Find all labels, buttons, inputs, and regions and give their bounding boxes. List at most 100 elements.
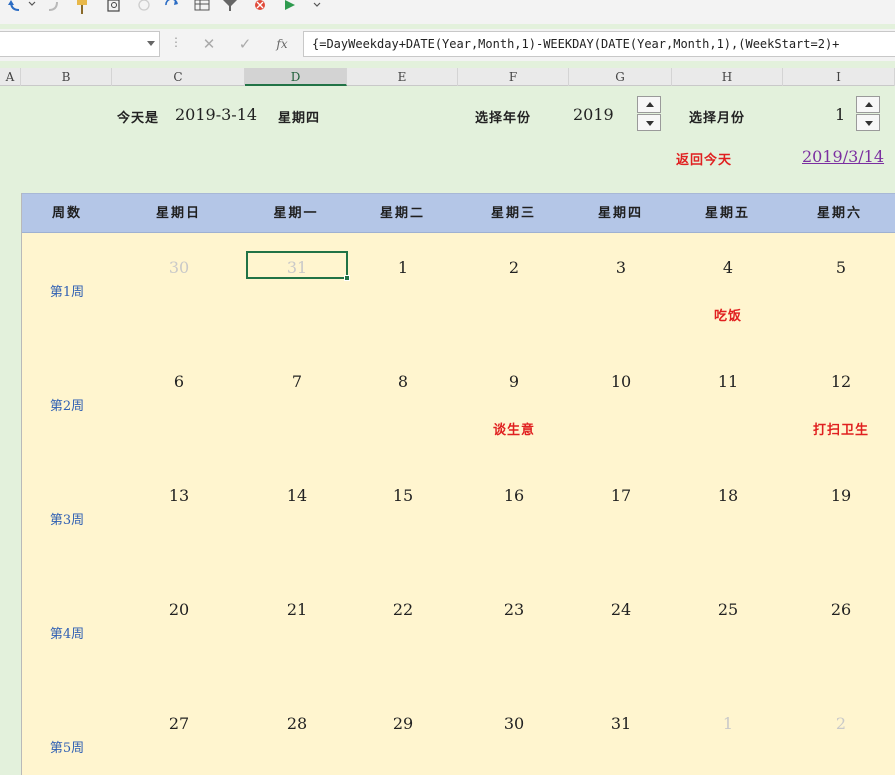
column-header-d[interactable]: D xyxy=(245,68,347,86)
day-cell[interactable]: 24 xyxy=(591,600,651,619)
year-down-button[interactable] xyxy=(637,114,661,131)
column-header-e[interactable]: E xyxy=(347,68,458,86)
day-cell[interactable]: 30 xyxy=(484,714,544,733)
event-label[interactable]: 谈生意 xyxy=(464,419,564,438)
chevron-down-icon[interactable] xyxy=(147,41,155,46)
refresh-icon[interactable] xyxy=(164,0,180,14)
day-cell[interactable]: 12 xyxy=(811,372,871,391)
day-cell[interactable]: 2 xyxy=(484,258,544,277)
column-header-f[interactable]: F xyxy=(458,68,569,86)
event-label[interactable]: 打扫卫生 xyxy=(791,419,891,438)
day-cell[interactable]: 6 xyxy=(149,372,209,391)
chevron-down-icon[interactable] xyxy=(28,0,44,14)
month-spinner[interactable] xyxy=(856,96,880,132)
day-cell-other-month[interactable]: 1 xyxy=(698,714,758,733)
print-preview-icon[interactable] xyxy=(106,0,122,14)
day-cell[interactable]: 25 xyxy=(698,600,758,619)
drag-handle-icon[interactable]: ⋮ xyxy=(170,35,182,49)
day-cell[interactable]: 31 xyxy=(591,714,651,733)
column-header-h[interactable]: H xyxy=(672,68,783,86)
undo-icon[interactable] xyxy=(8,0,24,14)
day-cell[interactable]: 28 xyxy=(267,714,327,733)
day-cell[interactable]: 27 xyxy=(149,714,209,733)
select-month-label: 选择月份 xyxy=(689,111,746,126)
formula-input[interactable]: {=DayWeekday+DATE(Year,Month,1)-WEEKDAY(… xyxy=(303,31,895,57)
day-cell-other-month[interactable]: 2 xyxy=(811,714,871,733)
week-label: 第3周 xyxy=(49,513,85,528)
quick-access-toolbar xyxy=(0,0,895,24)
today-date: 2019-3-14 xyxy=(175,105,258,124)
header-week-number: 周数 xyxy=(51,206,82,221)
year-value: 2019 xyxy=(573,105,614,124)
day-cell[interactable]: 14 xyxy=(267,486,327,505)
day-cell[interactable]: 11 xyxy=(698,372,758,391)
header-thursday: 星期四 xyxy=(597,206,643,221)
day-cell[interactable]: 20 xyxy=(149,600,209,619)
day-cell[interactable]: 13 xyxy=(149,486,209,505)
fill-handle[interactable] xyxy=(344,275,350,281)
arrow-down-icon xyxy=(646,121,654,126)
header-wednesday: 星期三 xyxy=(490,206,536,221)
insert-function-button[interactable]: fx xyxy=(270,33,294,55)
header-saturday: 星期六 xyxy=(816,206,862,221)
filter-icon[interactable] xyxy=(222,0,238,14)
formula-bar: ⋮ ✕ ✓ fx {=DayWeekday+DATE(Year,Month,1)… xyxy=(0,29,895,61)
table-icon[interactable] xyxy=(194,0,210,14)
day-cell[interactable]: 21 xyxy=(267,600,327,619)
day-cell[interactable]: 10 xyxy=(591,372,651,391)
arrow-up-icon xyxy=(865,102,873,107)
column-header-i[interactable]: I xyxy=(783,68,895,86)
month-up-button[interactable] xyxy=(856,96,880,113)
week-label: 第1周 xyxy=(49,285,85,300)
day-cell[interactable]: 16 xyxy=(484,486,544,505)
confirm-button[interactable]: ✓ xyxy=(233,33,257,55)
day-cell[interactable]: 29 xyxy=(373,714,433,733)
day-cell[interactable]: 17 xyxy=(591,486,651,505)
week-label: 第4周 xyxy=(49,627,85,642)
column-headers: A B C D E F G H I xyxy=(0,68,895,86)
day-cell[interactable]: 4 xyxy=(698,258,758,277)
today-link[interactable]: 2019/3/14 xyxy=(802,147,884,166)
day-cell[interactable]: 26 xyxy=(811,600,871,619)
column-header-c[interactable]: C xyxy=(112,68,245,86)
header-tuesday: 星期二 xyxy=(379,206,425,221)
name-box[interactable] xyxy=(0,31,160,57)
today-weekday: 星期四 xyxy=(278,111,321,126)
column-header-b[interactable]: B xyxy=(21,68,112,86)
day-cell[interactable]: 19 xyxy=(811,486,871,505)
day-cell[interactable]: 9 xyxy=(484,372,544,391)
week-label: 第2周 xyxy=(49,399,85,414)
year-spinner[interactable] xyxy=(637,96,661,132)
select-year-label: 选择年份 xyxy=(475,111,532,126)
day-cell[interactable]: 8 xyxy=(373,372,433,391)
day-cell[interactable]: 1 xyxy=(373,258,433,277)
day-cell[interactable]: 3 xyxy=(591,258,651,277)
format-painter-icon[interactable] xyxy=(74,0,90,14)
event-label[interactable]: 吃饭 xyxy=(678,305,778,324)
month-value: 1 xyxy=(835,105,846,124)
more-icon[interactable] xyxy=(312,0,328,14)
return-today-button[interactable]: 返回今天 xyxy=(676,149,732,168)
column-header-a[interactable]: A xyxy=(0,68,21,86)
day-cell[interactable]: 7 xyxy=(267,372,327,391)
column-header-g[interactable]: G xyxy=(569,68,672,86)
day-cell-other-month[interactable]: 30 xyxy=(149,258,209,277)
delete-icon[interactable] xyxy=(252,0,268,14)
arrow-down-icon xyxy=(865,121,873,126)
week-label: 第5周 xyxy=(49,741,85,756)
day-cell[interactable]: 5 xyxy=(811,258,871,277)
circle-icon[interactable] xyxy=(136,0,152,14)
selected-cell-outline[interactable] xyxy=(246,251,350,281)
day-cell[interactable]: 22 xyxy=(373,600,433,619)
year-up-button[interactable] xyxy=(637,96,661,113)
calendar-header: 周数 星期日 星期一 星期二 星期三 星期四 星期五 星期六 xyxy=(22,193,895,233)
play-icon[interactable] xyxy=(282,0,298,14)
cancel-button[interactable]: ✕ xyxy=(197,33,221,55)
month-down-button[interactable] xyxy=(856,114,880,131)
redo-icon[interactable] xyxy=(44,0,60,14)
header-sunday: 星期日 xyxy=(155,206,201,221)
day-cell[interactable]: 23 xyxy=(484,600,544,619)
day-cell[interactable]: 18 xyxy=(698,486,758,505)
day-cell[interactable]: 15 xyxy=(373,486,433,505)
header-friday: 星期五 xyxy=(704,206,750,221)
